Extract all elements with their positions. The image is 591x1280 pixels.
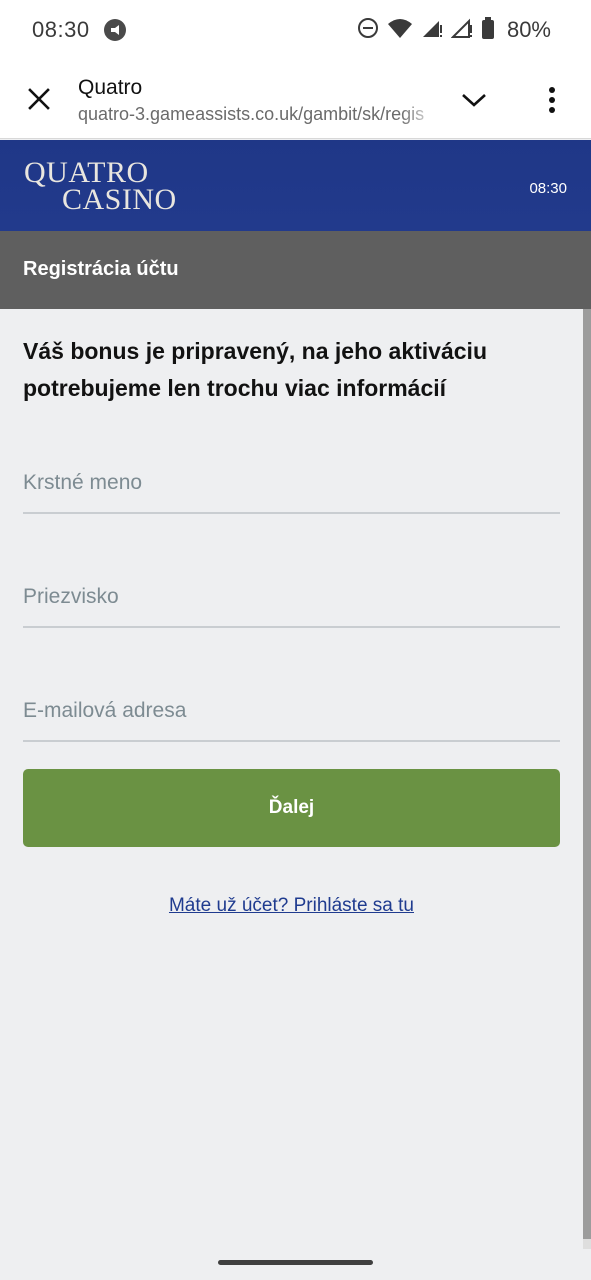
email-field xyxy=(23,682,560,742)
intro-text: Váš bonus je pripravený, na jeho aktivác… xyxy=(23,338,487,401)
header-clock: 08:30 xyxy=(529,180,567,197)
first-name-input[interactable] xyxy=(23,454,560,512)
page-header: Registrácia účtu xyxy=(0,231,591,309)
browser-url[interactable]: quatro-3.gameassists.co.uk/gambit/sk/reg… xyxy=(78,104,438,125)
gesture-nav-area xyxy=(0,1249,591,1280)
do-not-disturb-icon xyxy=(357,17,379,44)
battery-icon xyxy=(481,16,495,44)
close-icon xyxy=(28,88,50,110)
next-button[interactable]: Ďalej xyxy=(23,769,560,847)
signal-icon xyxy=(421,17,443,44)
wifi-icon xyxy=(387,17,413,44)
scrollbar[interactable] xyxy=(583,309,591,1249)
url-fade xyxy=(400,104,440,128)
logo-line-casino: CASINO xyxy=(62,183,177,216)
login-link[interactable]: Máte už účet? Prihláste sa tu xyxy=(0,895,583,917)
quatro-casino-logo[interactable]: QUATRO CASINO xyxy=(24,156,184,216)
registration-form: Váš bonus je pripravený, na jeho aktivác… xyxy=(0,309,583,1249)
status-bar: 08:30 80% xyxy=(0,0,591,60)
close-button[interactable] xyxy=(20,80,58,118)
signal-icon xyxy=(450,17,473,44)
browser-toolbar: Quatro quatro-3.gameassists.co.uk/gambit… xyxy=(0,60,591,139)
last-name-input[interactable] xyxy=(23,568,560,626)
page-title: Registrácia účtu xyxy=(23,258,179,280)
email-input[interactable] xyxy=(23,682,560,740)
scrollbar-thumb[interactable] xyxy=(583,309,591,1239)
more-vert-icon xyxy=(549,87,555,113)
first-name-field xyxy=(23,454,560,514)
site-header: QUATRO CASINO 08:30 xyxy=(0,140,591,231)
more-options-button[interactable] xyxy=(536,80,568,120)
media-notification-icon xyxy=(103,19,126,41)
status-icons: 80% xyxy=(357,0,551,60)
status-time: 08:30 xyxy=(32,17,90,42)
browser-page-title: Quatro xyxy=(78,76,143,99)
battery-percentage: 80% xyxy=(506,17,551,42)
gesture-handle[interactable] xyxy=(218,1260,373,1265)
minimize-button[interactable] xyxy=(456,82,492,118)
screen: 08:30 80% Quatro quatro-3.gameassists.co… xyxy=(0,0,591,1280)
last-name-field xyxy=(23,568,560,628)
chevron-down-icon xyxy=(462,94,486,107)
